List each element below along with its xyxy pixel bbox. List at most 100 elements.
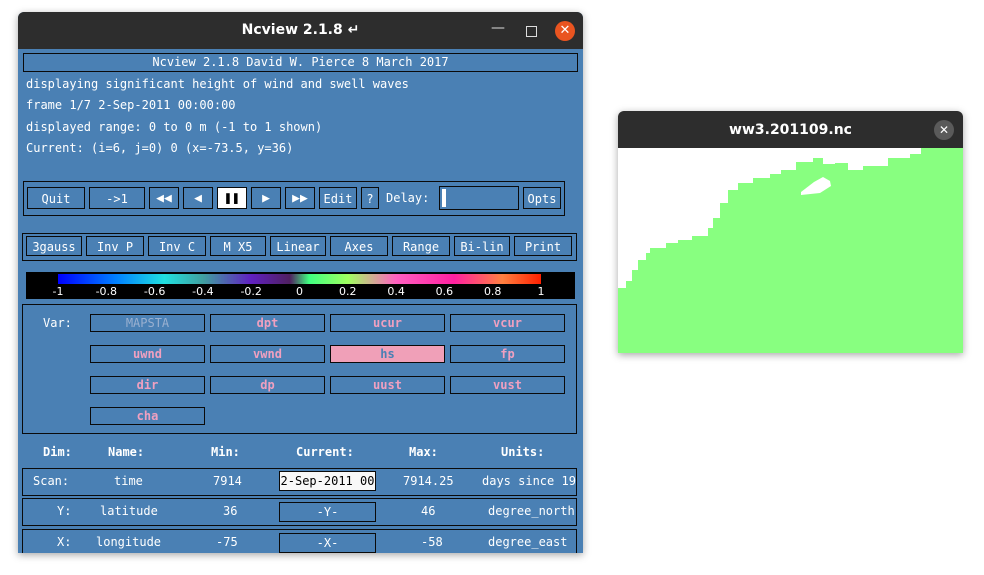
colorbar-tick-label: 0.2	[339, 285, 357, 298]
linear-button[interactable]: Linear	[270, 236, 326, 256]
version-header: Ncview 2.1.8 David W. Pierce 8 March 201…	[23, 53, 578, 72]
fast-rewind-icon: ◀◀	[156, 191, 172, 206]
name-cell: longitude	[96, 535, 162, 549]
fast-forward-icon: ▶▶	[292, 191, 308, 206]
delay-slider-handle[interactable]	[442, 189, 446, 207]
var-ucur-button[interactable]: ucur	[330, 314, 445, 332]
variable-panel: Var: MAPSTA dpt ucur vcur uwnd vwnd hs f…	[22, 304, 577, 434]
control-toolbar: Quit ->1 ◀◀ ◀ ❚❚ ▶ ▶▶ Edit ? Delay: Opts	[23, 181, 565, 216]
magnify-button[interactable]: M X5	[210, 236, 266, 256]
min-cell: 7914	[213, 474, 242, 488]
colorbar-tick-label: -1	[52, 285, 64, 298]
colorbar: -1 -0.8 -0.6 -0.4 -0.2 0 0.2 0.4 0.6 0.8 1	[26, 272, 575, 299]
dimension-row-scan: Scan: time 7914 2-Sep-2011 00 7914.25 da…	[22, 468, 577, 496]
colorbar-tick-label: 0	[296, 285, 303, 298]
var-dpt-button[interactable]: dpt	[210, 314, 325, 332]
pause-button[interactable]: ❚❚	[217, 187, 247, 209]
minimize-button[interactable]: —	[488, 20, 508, 40]
colorbar-tick-label: -0.4	[192, 285, 214, 298]
info-description: displaying significant height of wind an…	[26, 77, 409, 91]
print-button[interactable]: Print	[514, 236, 572, 256]
var-mapsta-button[interactable]: MAPSTA	[90, 314, 205, 332]
time-current-field[interactable]: 2-Sep-2011 00	[279, 471, 376, 491]
close-button[interactable]: ✕	[555, 21, 575, 41]
var-uust-button[interactable]: uust	[330, 376, 445, 394]
plot-canvas[interactable]	[618, 148, 963, 353]
max-header: Max:	[409, 445, 438, 459]
delay-slider[interactable]	[439, 186, 519, 210]
axes-button[interactable]: Axes	[330, 236, 388, 256]
edit-button[interactable]: Edit	[319, 187, 357, 209]
ncview-content: Ncview 2.1.8 David W. Pierce 8 March 201…	[18, 49, 583, 553]
colorbar-tick-label: 0.4	[387, 285, 405, 298]
plot-close-button[interactable]: ✕	[934, 120, 954, 140]
var-vwnd-button[interactable]: vwnd	[210, 345, 325, 363]
step-forward-button[interactable]: ▶	[251, 187, 281, 209]
inv-p-button[interactable]: Inv P	[86, 236, 144, 256]
colorbar-tick-label: 0.8	[483, 285, 502, 298]
help-button[interactable]: ?	[361, 187, 379, 209]
bilinear-button[interactable]: Bi-lin	[454, 236, 510, 256]
max-cell: -58	[421, 535, 443, 549]
data-map	[618, 148, 963, 353]
min-cell: 36	[223, 504, 238, 518]
options-toolbar: 3gauss Inv P Inv C M X5 Linear Axes Rang…	[22, 233, 577, 261]
fast-forward-button[interactable]: ▶▶	[285, 187, 315, 209]
min-cell: -75	[216, 535, 238, 549]
units-cell: degree_east	[488, 535, 568, 549]
dimension-row-y: Y: latitude 36 -Y- 46 degree_north	[22, 498, 577, 526]
units-cell: degree_north	[488, 504, 575, 518]
colorbar-tick-label: 1	[537, 285, 545, 298]
3gauss-button[interactable]: 3gauss	[26, 236, 82, 256]
dim-header: Dim:	[43, 445, 72, 459]
step-back-icon: ◀	[194, 191, 202, 206]
var-hs-button[interactable]: hs	[330, 345, 445, 363]
step-forward-icon: ▶	[262, 191, 270, 206]
colorbar-tick-label: 0.6	[435, 285, 454, 298]
range-button[interactable]: Range	[392, 236, 450, 256]
ncview-main-window: Ncview 2.1.8 ↵ — ✕ Ncview 2.1.8 David W.…	[18, 12, 583, 553]
name-cell: time	[114, 474, 143, 488]
info-range: displayed range: 0 to 0 m (-1 to 1 shown…	[26, 120, 323, 134]
units-cell: days since 19	[482, 474, 576, 488]
quit-button[interactable]: Quit	[27, 187, 85, 209]
dim-cell: Y:	[57, 504, 72, 518]
y-axis-button[interactable]: -Y-	[279, 502, 376, 522]
fast-rewind-button[interactable]: ◀◀	[149, 187, 179, 209]
var-cha-button[interactable]: cha	[90, 407, 205, 425]
plot-window: ww3.201109.nc ✕	[618, 111, 963, 353]
maximize-button[interactable]	[521, 21, 541, 41]
close-icon: ✕	[559, 23, 571, 38]
delay-label: Delay:	[386, 191, 430, 205]
step-back-button[interactable]: ◀	[183, 187, 213, 209]
close-icon: ✕	[938, 123, 950, 137]
var-uwnd-button[interactable]: uwnd	[90, 345, 205, 363]
goto-first-frame-button[interactable]: ->1	[89, 187, 145, 209]
variable-label: Var:	[43, 316, 72, 330]
info-current: Current: (i=6, j=0) 0 (x=-73.5, y=36)	[26, 141, 294, 155]
x-axis-button[interactable]: -X-	[279, 533, 376, 553]
plot-window-title: ww3.201109.nc	[729, 122, 852, 138]
maximize-icon	[525, 26, 537, 37]
dim-cell: X:	[57, 535, 72, 549]
pause-icon: ❚❚	[224, 191, 240, 206]
max-cell: 7914.25	[403, 474, 454, 488]
dimension-header-row: Dim: Name: Min: Current: Max: Units:	[18, 445, 583, 461]
options-button[interactable]: Opts	[523, 187, 561, 209]
colorbar-tick-label: -0.2	[240, 285, 262, 298]
colorbar-tick-label: -0.8	[95, 285, 118, 298]
colorbar-tick-label: -0.6	[143, 285, 166, 298]
min-header: Min:	[211, 445, 240, 459]
var-vust-button[interactable]: vust	[450, 376, 565, 394]
var-dir-button[interactable]: dir	[90, 376, 205, 394]
var-dp-button[interactable]: dp	[210, 376, 325, 394]
max-cell: 46	[421, 504, 436, 518]
var-fp-button[interactable]: fp	[450, 345, 565, 363]
var-vcur-button[interactable]: vcur	[450, 314, 565, 332]
dim-cell: Scan:	[33, 474, 70, 488]
name-header: Name:	[108, 445, 145, 459]
dimension-row-x: X: longitude -75 -X- -58 degree_east	[22, 529, 577, 553]
units-header: Units:	[501, 445, 545, 459]
inv-c-button[interactable]: Inv C	[148, 236, 206, 256]
title-bar[interactable]: Ncview 2.1.8 ↵ — ✕	[18, 12, 583, 49]
